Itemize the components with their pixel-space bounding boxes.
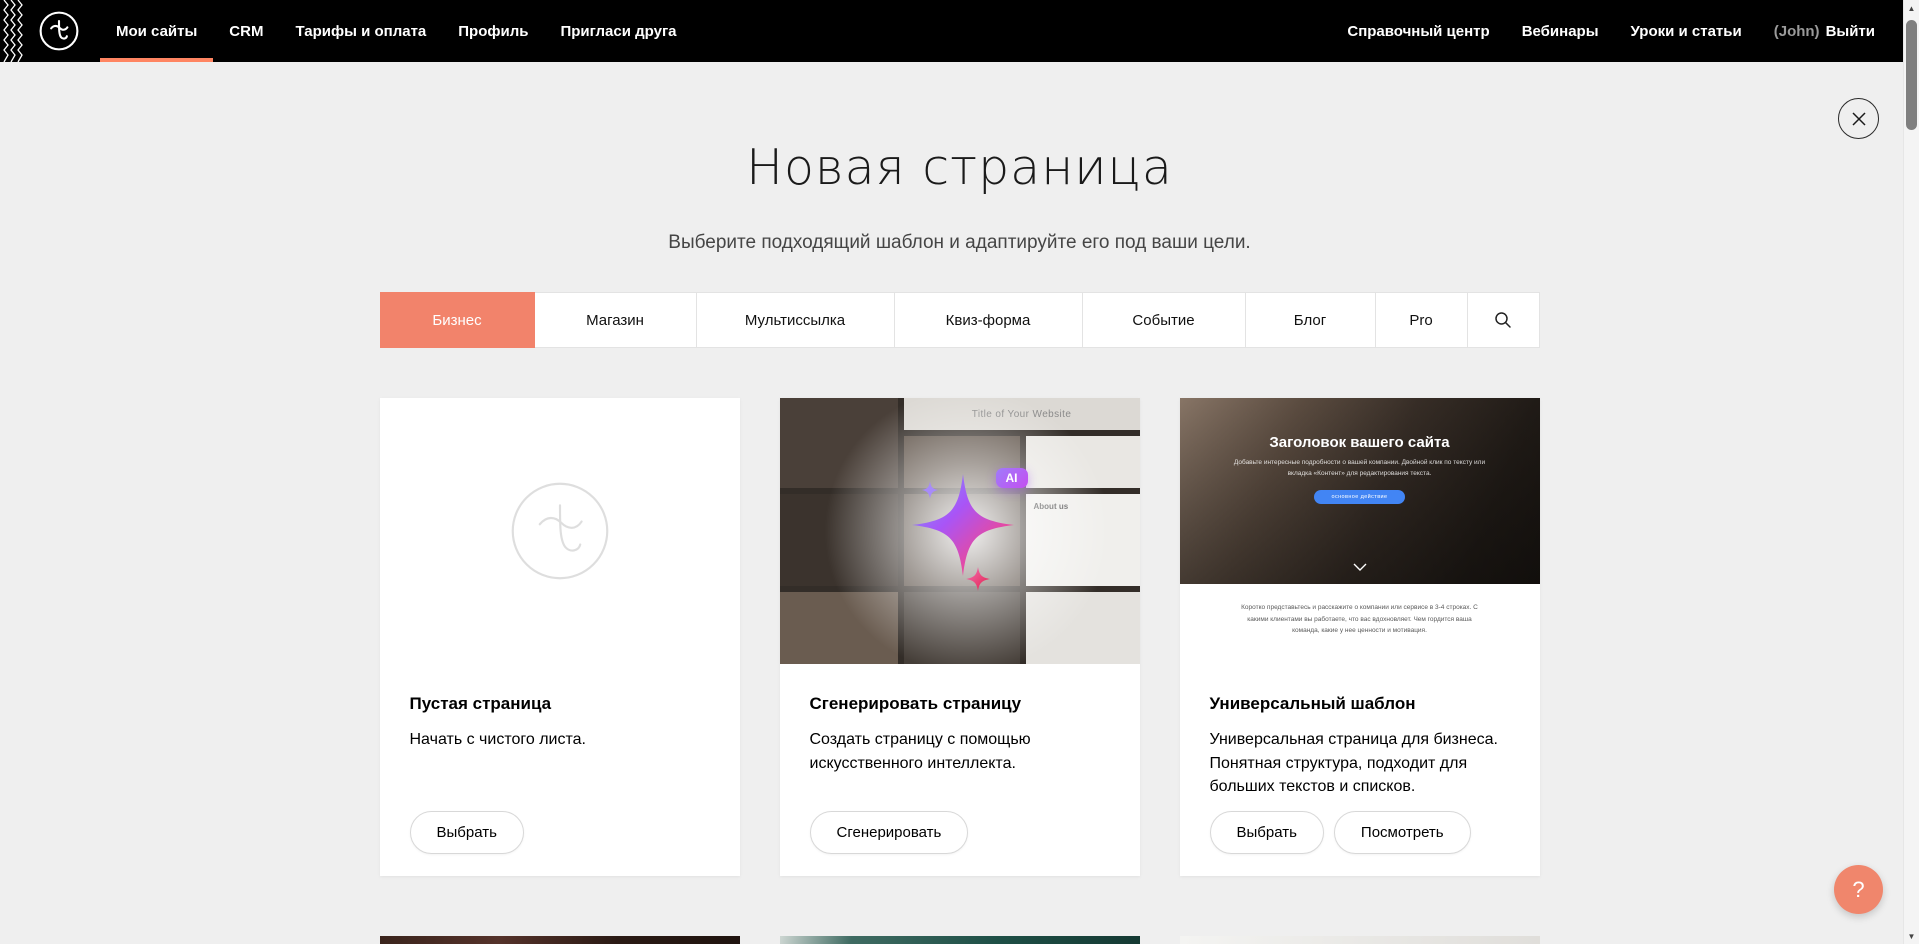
tab-event[interactable]: Событие [1083, 292, 1246, 348]
tab-pro[interactable]: Pro [1376, 292, 1468, 348]
blank-preview [380, 398, 740, 664]
tab-blog[interactable]: Блог [1246, 292, 1376, 348]
select-blank-button[interactable]: Выбрать [410, 811, 524, 854]
preview-cta-button: основное действие [1314, 490, 1406, 504]
main-nav: Мои сайты CRM Тарифы и оплата Профиль Пр… [100, 0, 693, 62]
partial-preview [380, 936, 740, 944]
template-card-partial[interactable] [380, 936, 740, 944]
universal-preview: Заголовок вашего сайта Добавьте интересн… [1180, 398, 1540, 664]
card-title: Универсальный шаблон [1210, 694, 1510, 714]
nav-help-center[interactable]: Справочный центр [1331, 0, 1505, 62]
card-title: Сгенерировать страницу [810, 694, 1110, 714]
nav-crm[interactable]: CRM [213, 0, 279, 62]
view-universal-button[interactable]: Посмотреть [1334, 811, 1471, 854]
top-nav-bar: Мои сайты CRM Тарифы и оплата Профиль Пр… [0, 0, 1919, 62]
card-description: Создать страницу с помощью искусственног… [810, 728, 1110, 774]
nav-invite-friend[interactable]: Пригласи друга [544, 0, 692, 62]
tab-shop[interactable]: Магазин [535, 292, 697, 348]
ai-badge: AI [996, 468, 1028, 488]
page-subtitle: Выберите подходящий шаблон и адаптируйте… [0, 232, 1919, 254]
card-body: Сгенерировать страницу Создать страницу … [780, 664, 1140, 876]
card-actions: Выбрать Посмотреть [1210, 811, 1510, 854]
ai-preview-collage: Title of Your Website About us [780, 398, 1140, 664]
select-universal-button[interactable]: Выбрать [1210, 811, 1324, 854]
scrollbar-up-arrow[interactable]: ▲ [1904, 0, 1919, 16]
scrollbar-down-arrow[interactable]: ▼ [1904, 928, 1919, 944]
preview-site-subtitle: Добавьте интересные подробности о вашей … [1226, 458, 1492, 479]
tab-quiz-form[interactable]: Квиз-форма [895, 292, 1083, 348]
partial-preview [780, 936, 1140, 944]
close-icon [1850, 110, 1868, 128]
search-icon [1493, 310, 1513, 330]
card-body: Пустая страница Начать с чистого листа. … [380, 664, 740, 876]
help-button[interactable]: ? [1834, 865, 1883, 914]
logout-link[interactable]: Выйти [1820, 0, 1875, 62]
zigzag-pattern-icon [0, 0, 30, 62]
template-card-universal[interactable]: Заголовок вашего сайта Добавьте интересн… [1180, 398, 1540, 876]
new-page-dialog: Новая страница Выберите подходящий шабло… [0, 62, 1919, 944]
universal-preview-hero: Заголовок вашего сайта Добавьте интересн… [1180, 398, 1540, 584]
tilda-watermark-icon [506, 477, 614, 585]
page-title: Новая страница [0, 140, 1919, 196]
nav-my-sites[interactable]: Мои сайты [100, 0, 213, 62]
nav-tariffs-payment[interactable]: Тарифы и оплата [279, 0, 442, 62]
secondary-nav: Справочный центр Вебинары Уроки и статьи… [1331, 0, 1919, 62]
partial-preview [1180, 936, 1540, 944]
tab-business[interactable]: Бизнес [380, 292, 535, 348]
user-name: (John) [1774, 23, 1820, 40]
template-grid: Пустая страница Начать с чистого листа. … [380, 398, 1540, 944]
scrollbar[interactable]: ▲ ▼ [1903, 0, 1919, 944]
template-category-tabs: Бизнес Магазин Мультиссылка Квиз-форма С… [380, 292, 1540, 348]
nav-webinars[interactable]: Вебинары [1506, 0, 1615, 62]
close-button[interactable] [1838, 98, 1879, 139]
nav-profile[interactable]: Профиль [442, 0, 544, 62]
template-card-ai-generate[interactable]: Title of Your Website About us [780, 398, 1140, 876]
template-card-partial[interactable] [780, 936, 1140, 944]
tab-multilink[interactable]: Мультиссылка [697, 292, 895, 348]
chevron-down-icon [1353, 558, 1367, 576]
tab-search[interactable] [1468, 292, 1540, 348]
card-body: Универсальный шаблон Универсальная стран… [1180, 664, 1540, 876]
generate-button[interactable]: Сгенерировать [810, 811, 969, 854]
preview-site-title: Заголовок вашего сайта [1180, 398, 1540, 451]
scrollbar-thumb[interactable] [1906, 20, 1917, 130]
card-actions: Выбрать [410, 811, 710, 854]
template-card-partial[interactable] [1180, 936, 1540, 944]
tilda-logo[interactable] [38, 10, 80, 52]
card-description: Универсальная страница для бизнеса. Поня… [1210, 728, 1510, 798]
card-description: Начать с чистого листа. [410, 728, 710, 751]
template-card-blank[interactable]: Пустая страница Начать с чистого листа. … [380, 398, 740, 876]
preview-body-text: Коротко представьтесь и расскажите о ком… [1180, 584, 1540, 636]
card-title: Пустая страница [410, 694, 710, 714]
nav-lessons-articles[interactable]: Уроки и статьи [1615, 0, 1758, 62]
card-actions: Сгенерировать [810, 811, 1110, 854]
